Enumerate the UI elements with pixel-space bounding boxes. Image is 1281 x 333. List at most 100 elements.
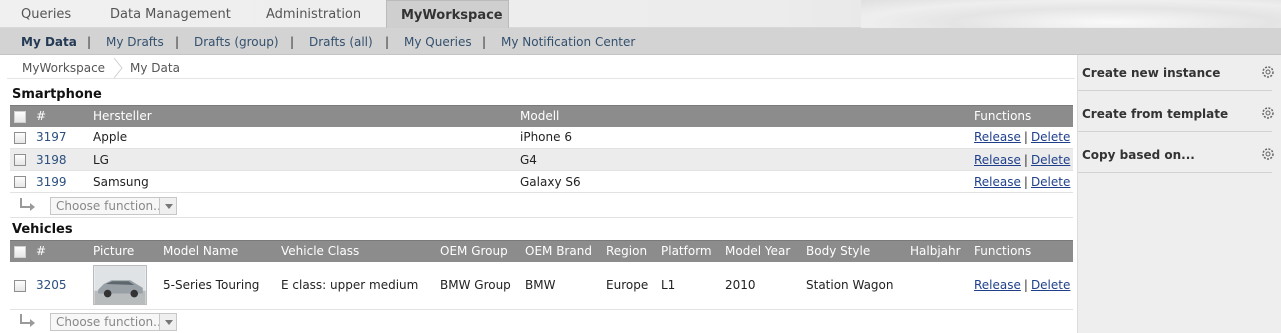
turn-right-arrow-icon xyxy=(20,314,35,327)
row-checkbox[interactable] xyxy=(14,131,26,144)
gear-icon xyxy=(1262,107,1274,119)
action-separator: | xyxy=(1023,174,1028,189)
create-new-instance-action[interactable]: Create new instance xyxy=(1078,55,1274,91)
column-header-hersteller[interactable]: Hersteller xyxy=(89,105,516,127)
cell-hersteller: LG xyxy=(89,148,516,171)
delete-link[interactable]: Delete xyxy=(1031,130,1070,144)
create-from-template-action[interactable]: Create from template xyxy=(1078,96,1274,132)
actions-sidebar: Create new instance Create from template… xyxy=(1077,55,1281,333)
column-header-body-style[interactable]: Body Style xyxy=(802,240,906,262)
release-link[interactable]: Release xyxy=(974,130,1021,144)
column-header-functions: Functions xyxy=(970,105,1073,127)
row-checkbox[interactable] xyxy=(14,279,26,292)
subnav-separator: | xyxy=(385,35,390,49)
smartphone-table: # Hersteller Modell Functions 3197 Apple… xyxy=(10,105,1073,193)
cell-hersteller: Samsung xyxy=(89,170,516,193)
create-new-instance-label: Create new instance xyxy=(1082,66,1221,80)
subnav-separator: | xyxy=(87,35,92,49)
column-header-oem-brand[interactable]: OEM Brand xyxy=(521,240,602,262)
release-link[interactable]: Release xyxy=(974,175,1021,189)
column-header-region[interactable]: Region xyxy=(602,240,657,262)
chevron-down-icon xyxy=(159,198,176,214)
cell-platform: L1 xyxy=(657,261,721,310)
smartphone-function-bar: Choose function... xyxy=(10,194,1073,218)
delete-link[interactable]: Delete xyxy=(1031,278,1070,292)
column-header-modell[interactable]: Modell xyxy=(516,105,970,127)
subnav-separator: | xyxy=(175,35,180,49)
tab-data-management[interactable]: Data Management xyxy=(96,0,245,28)
subnav-my-notification-center[interactable]: My Notification Center xyxy=(501,28,635,56)
cell-vehicle-class: E class: upper medium xyxy=(277,261,436,310)
section-title-smartphone: Smartphone xyxy=(12,87,102,102)
column-header-number: # xyxy=(32,240,89,262)
cell-picture xyxy=(89,261,159,310)
table-row: 3205 5-Series Touring E class: upper med… xyxy=(10,261,1073,310)
row-id-link[interactable]: 3198 xyxy=(32,148,89,171)
table-row: 3199 Samsung Galaxy S6 Release | Delete xyxy=(10,170,1073,193)
column-header-picture: Picture xyxy=(89,240,159,262)
cell-region: Europe xyxy=(602,261,657,310)
top-tab-bar: Queries Data Management Administration M… xyxy=(0,0,1281,28)
tab-administration[interactable]: Administration xyxy=(252,0,375,28)
header-background-graphic xyxy=(861,0,1281,28)
cell-oem-group: BMW Group xyxy=(436,261,521,310)
column-header-vehicle-class[interactable]: Vehicle Class xyxy=(277,240,436,262)
cell-body-style: Station Wagon xyxy=(802,261,906,310)
cell-functions: Release | Delete xyxy=(970,261,1073,310)
row-id-link[interactable]: 3205 xyxy=(32,261,89,310)
release-link[interactable]: Release xyxy=(974,153,1021,167)
delete-link[interactable]: Delete xyxy=(1031,175,1070,189)
subnav-my-data[interactable]: My Data xyxy=(21,28,77,56)
release-link[interactable]: Release xyxy=(974,278,1021,292)
turn-right-arrow-icon xyxy=(20,198,35,211)
action-separator: | xyxy=(1023,278,1028,293)
vehicles-table: # Picture Model Name Vehicle Class OEM G… xyxy=(10,240,1073,310)
cell-functions: Release | Delete xyxy=(970,170,1073,193)
cell-halbjahr xyxy=(906,261,970,310)
section-title-vehicles: Vehicles xyxy=(12,222,73,237)
choose-function-placeholder: Choose function... xyxy=(56,315,165,329)
column-header-functions: Functions xyxy=(970,240,1073,262)
cell-modell: G4 xyxy=(516,148,970,171)
cell-model-name: 5-Series Touring xyxy=(159,261,277,310)
column-header-model-name[interactable]: Model Name xyxy=(159,240,277,262)
column-header-model-year[interactable]: Model Year xyxy=(721,240,802,262)
row-id-link[interactable]: 3197 xyxy=(32,126,89,149)
gear-icon xyxy=(1262,66,1274,78)
column-header-halbjahr[interactable]: Halbjahr xyxy=(906,240,970,262)
cell-functions: Release | Delete xyxy=(970,126,1073,149)
choose-function-dropdown[interactable]: Choose function... xyxy=(50,313,177,331)
column-header-oem-group[interactable]: OEM Group xyxy=(436,240,521,262)
choose-function-dropdown[interactable]: Choose function... xyxy=(50,197,177,215)
table-header-row: # Picture Model Name Vehicle Class OEM G… xyxy=(10,240,1073,262)
delete-link[interactable]: Delete xyxy=(1031,153,1070,167)
subnav-separator: | xyxy=(482,35,487,49)
cell-functions: Release | Delete xyxy=(970,148,1073,171)
subnav-separator: | xyxy=(290,35,295,49)
column-header-number: # xyxy=(32,105,89,127)
column-header-platform[interactable]: Platform xyxy=(657,240,721,262)
breadcrumb: MyWorkspace My Data xyxy=(7,55,1075,79)
vehicle-photo-thumbnail[interactable] xyxy=(93,265,147,306)
action-separator: | xyxy=(1023,152,1028,167)
row-id-link[interactable]: 3199 xyxy=(32,170,89,193)
select-all-checkbox[interactable] xyxy=(14,110,26,123)
breadcrumb-myworkspace[interactable]: MyWorkspace xyxy=(22,55,105,81)
tab-queries[interactable]: Queries xyxy=(7,0,85,28)
row-checkbox[interactable] xyxy=(14,154,26,166)
subnav-my-drafts[interactable]: My Drafts xyxy=(106,28,164,56)
sub-navigation: My Data | My Drafts | Drafts (group) | D… xyxy=(0,28,1281,55)
breadcrumb-chevron-icon xyxy=(113,57,123,79)
cell-modell: iPhone 6 xyxy=(516,126,970,149)
subnav-drafts-group[interactable]: Drafts (group) xyxy=(194,28,279,56)
row-checkbox[interactable] xyxy=(14,176,26,188)
tab-myworkspace[interactable]: MyWorkspace xyxy=(386,0,509,28)
copy-based-on-label: Copy based on... xyxy=(1082,148,1195,162)
table-row: 3198 LG G4 Release | Delete xyxy=(10,148,1073,171)
select-all-checkbox[interactable] xyxy=(14,245,26,258)
table-header-row: # Hersteller Modell Functions xyxy=(10,105,1073,127)
copy-based-on-action[interactable]: Copy based on... xyxy=(1078,137,1274,173)
subnav-my-queries[interactable]: My Queries xyxy=(404,28,472,56)
subnav-drafts-all[interactable]: Drafts (all) xyxy=(309,28,373,56)
main-content: MyWorkspace My Data Smartphone # Herstel… xyxy=(7,55,1075,333)
